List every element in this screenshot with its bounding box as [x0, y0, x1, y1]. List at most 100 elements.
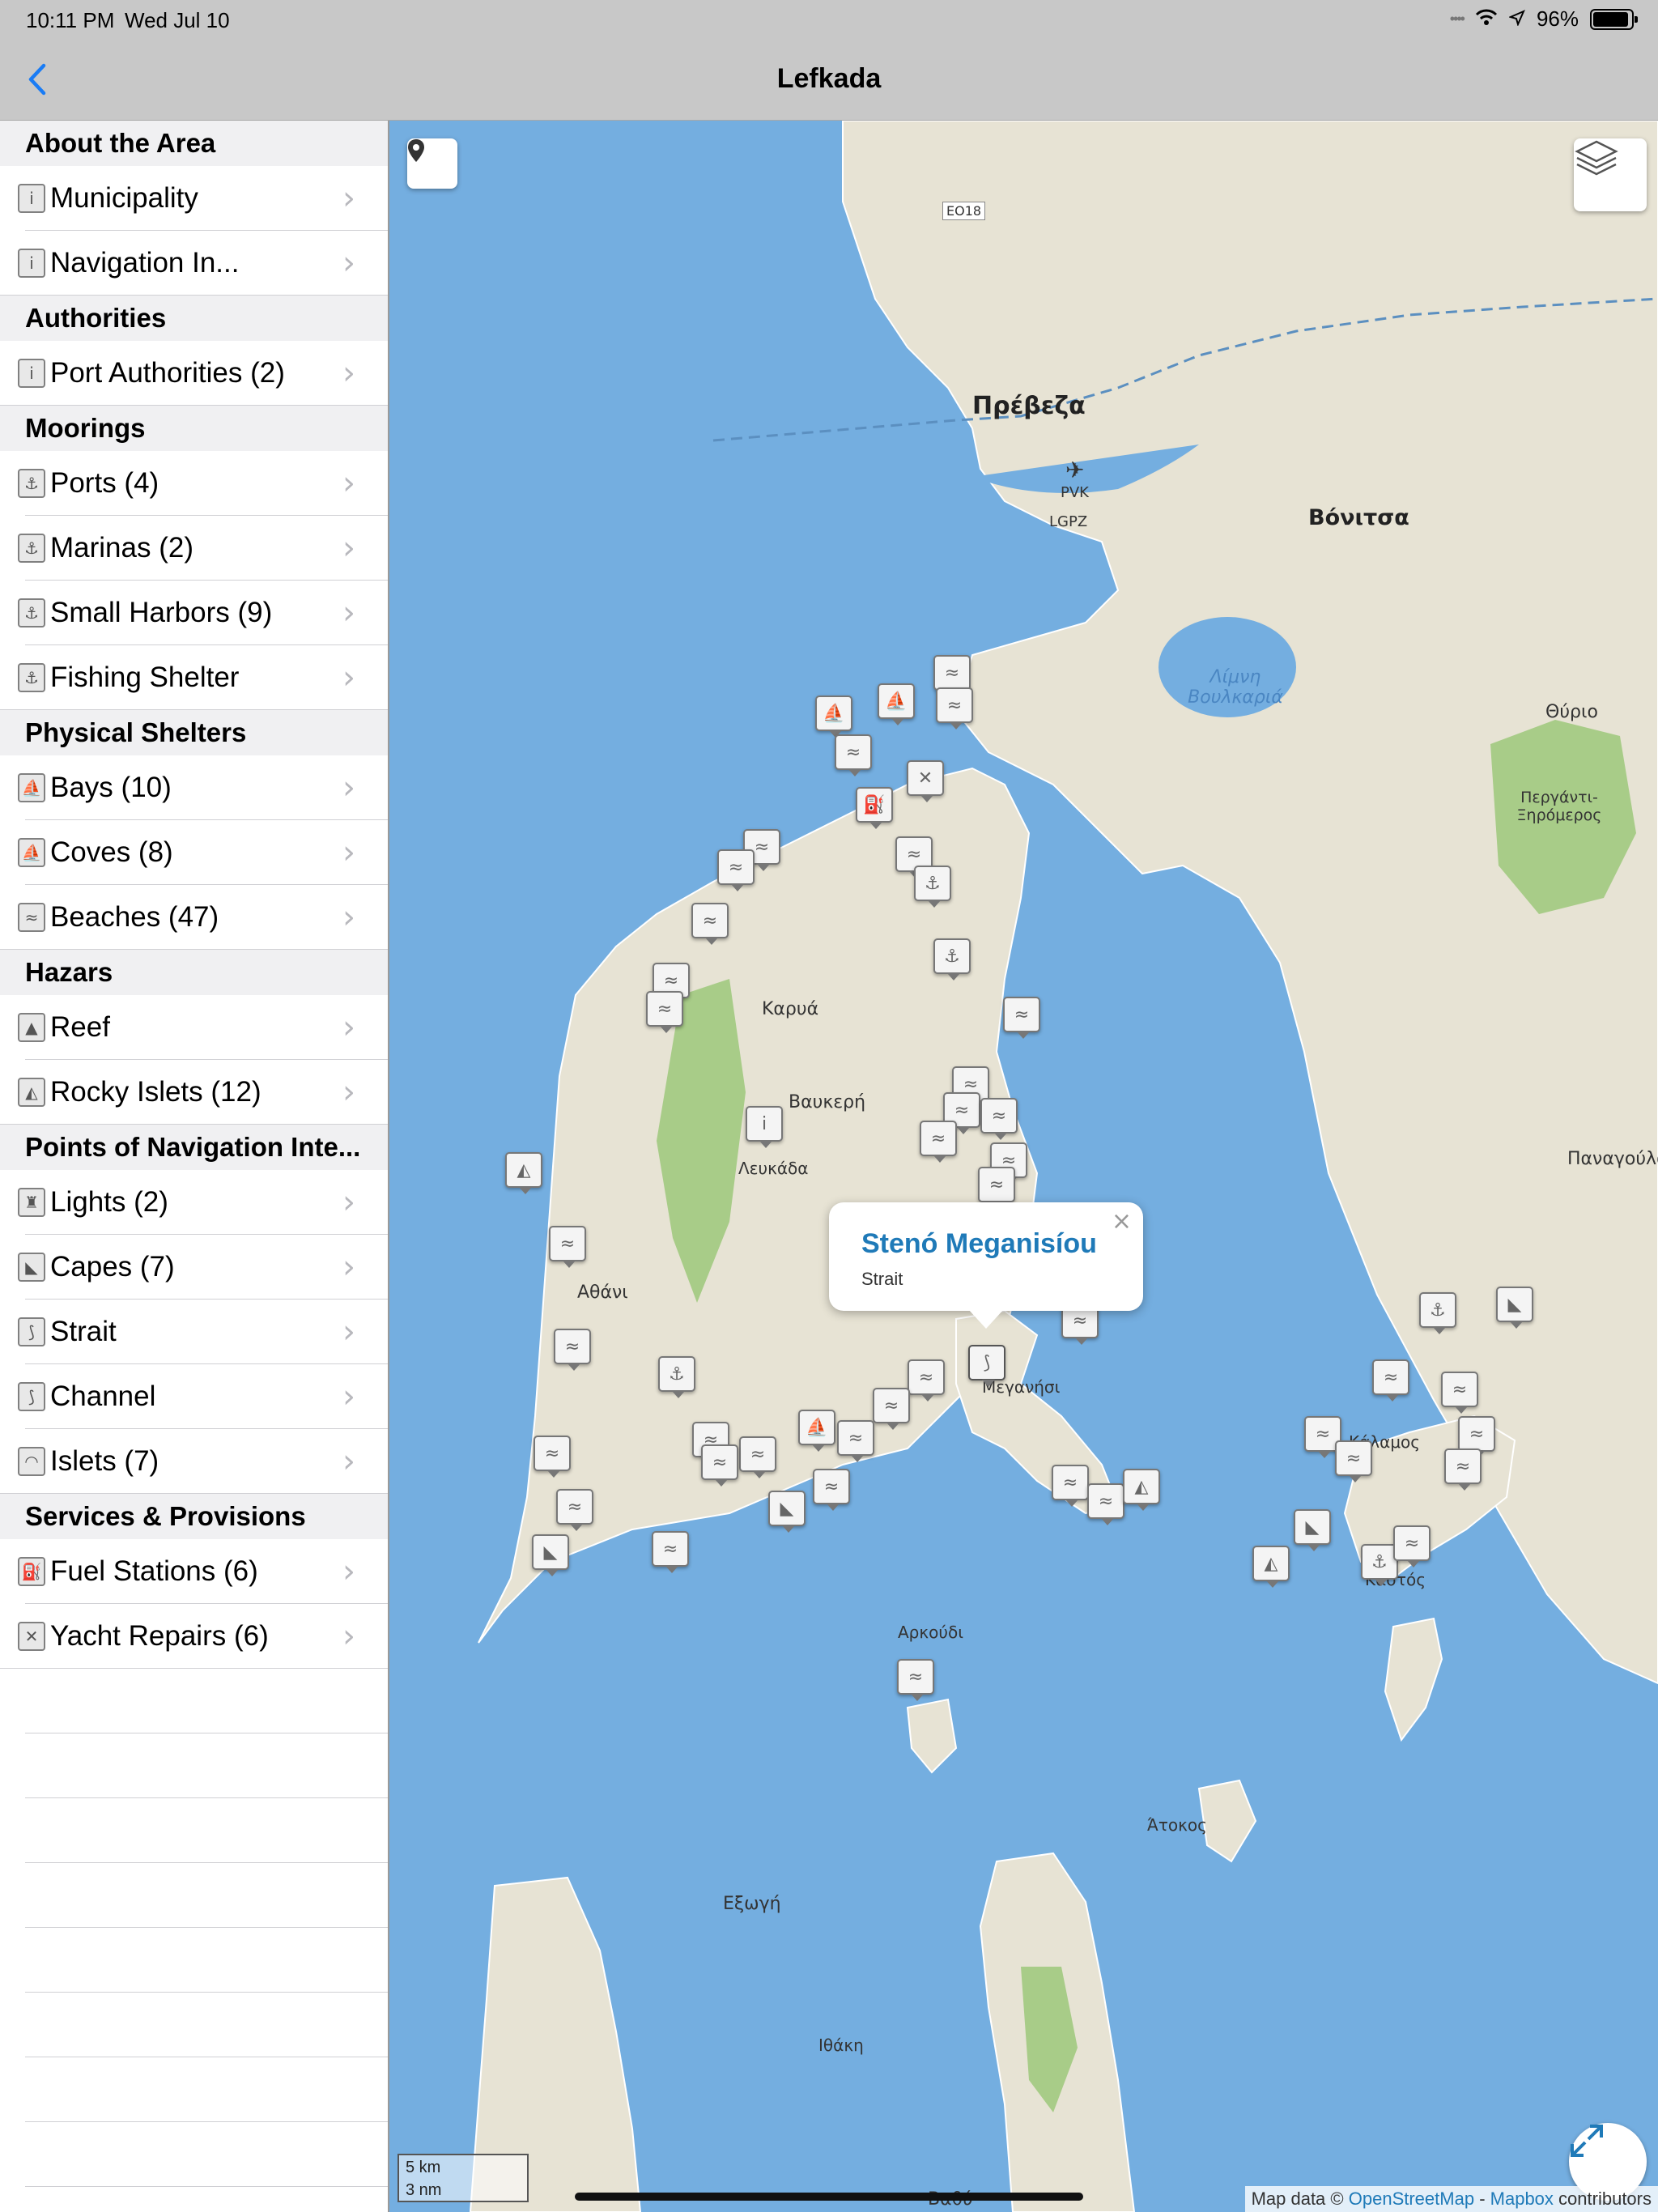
map-marker-beach[interactable]: ≈	[933, 655, 971, 697]
map-callout[interactable]: Stenó Meganisíou Strait ×	[829, 1202, 1143, 1329]
map-marker-bay[interactable]: ⛵	[798, 1410, 835, 1452]
chevron-right-icon: ›	[342, 899, 355, 936]
map-marker-rocky-islet[interactable]: ◭	[1123, 1469, 1160, 1511]
map-marker-beach[interactable]: ≈	[837, 1420, 874, 1462]
map-marker-port[interactable]: ⚓	[914, 866, 951, 908]
map-marker-fuel[interactable]: ⛽	[856, 787, 893, 829]
sidebar-item-beaches[interactable]: ≈ Beaches (47) ›	[0, 885, 388, 950]
road-label-eo18: EO18	[942, 202, 986, 220]
map-view[interactable]: Πρέβεζα Βόνιτσα Θύριο Λίμνη Βουλκαριά Πε…	[389, 121, 1658, 2212]
sidebar-item-reef[interactable]: ▲ Reef ›	[0, 995, 388, 1060]
map-marker-cape[interactable]: ◣	[1294, 1509, 1331, 1551]
map-marker-beach[interactable]: ≈	[556, 1489, 593, 1531]
sidebar-item-small-harbors[interactable]: ⚓ Small Harbors (9) ›	[0, 581, 388, 645]
airport-icon: ✈	[1065, 457, 1085, 483]
place-label-panagoula: Παναγούλα	[1567, 1149, 1658, 1169]
sidebar-item-label: Navigation In...	[50, 247, 240, 279]
sidebar-item-label: Rocky Islets (12)	[50, 1076, 261, 1108]
map-marker-beach[interactable]: ≈	[897, 1659, 934, 1701]
map-marker-beach[interactable]: ≈	[978, 1167, 1015, 1209]
place-label-ithaki: Ιθάκη	[818, 2035, 864, 2055]
map-marker-beach[interactable]: ≈	[1335, 1440, 1372, 1482]
map-marker-rocky-islet[interactable]: ◭	[505, 1152, 542, 1194]
map-marker-beach[interactable]: ≈	[554, 1329, 591, 1371]
close-icon[interactable]: ×	[1112, 1207, 1132, 1236]
empty-row	[0, 1798, 388, 1863]
expand-icon	[1571, 2125, 1603, 2157]
sidebar-item-channel[interactable]: ⟆ Channel ›	[0, 1364, 388, 1429]
sidebar-item-label: Fuel Stations (6)	[50, 1555, 258, 1587]
map-marker-beach[interactable]: ≈	[534, 1436, 571, 1478]
openstreetmap-link[interactable]: OpenStreetMap	[1349, 2189, 1474, 2209]
sidebar-item-islets[interactable]: ◠ Islets (7) ›	[0, 1429, 388, 1494]
sidebar-item-rocky-islets[interactable]: ◭ Rocky Islets (12) ›	[0, 1060, 388, 1125]
chevron-right-icon: ›	[342, 465, 355, 502]
map-marker-strait[interactable]: ⟆	[968, 1345, 1005, 1387]
map-marker-beach[interactable]: ≈	[920, 1121, 957, 1163]
chevron-right-icon: ›	[342, 1184, 355, 1221]
map-marker-beach[interactable]: ≈	[1003, 997, 1040, 1039]
map-marker-cape[interactable]: ◣	[1496, 1287, 1533, 1329]
sidebar-item-lights[interactable]: ♜ Lights (2) ›	[0, 1170, 388, 1235]
wifi-icon	[1475, 6, 1498, 32]
map-marker-port[interactable]: ⚓	[933, 938, 971, 981]
sidebar-item-ports[interactable]: ⚓ Ports (4) ›	[0, 451, 388, 516]
map-marker-beach[interactable]: ≈	[980, 1098, 1018, 1140]
sidebar-item-strait[interactable]: ⟆ Strait ›	[0, 1300, 388, 1364]
map-marker-beach[interactable]: ≈	[813, 1469, 850, 1511]
map-marker-port[interactable]: ⚓	[658, 1356, 695, 1398]
sidebar-item-coves[interactable]: ⛵ Coves (8) ›	[0, 820, 388, 885]
map-marker-bay[interactable]: ⛵	[815, 696, 852, 738]
map-marker-beach[interactable]: ≈	[1052, 1465, 1089, 1507]
map-marker-beach[interactable]: ≈	[652, 1531, 689, 1573]
sidebar-item-municipality[interactable]: i Municipality ›	[0, 166, 388, 231]
sidebar-item-navigation-info[interactable]: i Navigation In... ›	[0, 231, 388, 296]
status-bar: 10:11 PM Wed Jul 10 •••• 96%	[0, 0, 1658, 39]
callout-title[interactable]: Stenó Meganisíou	[861, 1228, 1097, 1260]
section-header-points-of-navigation: Points of Navigation Inte...	[0, 1125, 388, 1170]
map-marker-bay[interactable]: ⛵	[878, 683, 915, 725]
section-header-moorings: Moorings	[0, 406, 388, 451]
map-marker-cape[interactable]: ◣	[532, 1534, 569, 1576]
home-indicator[interactable]	[575, 2193, 1083, 2201]
map-attribution: Map data © OpenStreetMap - Mapbox contri…	[1244, 2186, 1658, 2212]
map-marker-beach[interactable]: ≈	[1441, 1372, 1478, 1414]
map-marker-rocky-islet[interactable]: ◭	[1252, 1546, 1290, 1588]
cape-icon: ◣	[18, 1253, 45, 1282]
map-marker-beach[interactable]: ≈	[717, 849, 755, 891]
mapbox-link[interactable]: Mapbox	[1490, 2189, 1554, 2209]
map-marker-beach[interactable]: ≈	[701, 1444, 738, 1487]
sidebar-item-bays[interactable]: ⛵ Bays (10) ›	[0, 755, 388, 820]
map-marker-beach[interactable]: ≈	[1444, 1448, 1482, 1491]
map-layers-button[interactable]	[1574, 138, 1647, 211]
empty-row	[0, 1928, 388, 1993]
attribution-separator: -	[1479, 2189, 1486, 2209]
chevron-right-icon: ›	[342, 180, 355, 217]
map-marker-beach[interactable]: ≈	[835, 734, 872, 776]
rocks-icon: ◭	[18, 1078, 45, 1107]
sidebar-item-fishing-shelter[interactable]: ⚓ Fishing Shelter ›	[0, 645, 388, 710]
map-marker-repairs[interactable]: ✕	[907, 760, 944, 802]
map-marker-beach[interactable]: ≈	[549, 1226, 586, 1268]
map-marker-beach[interactable]: ≈	[1458, 1416, 1495, 1458]
sidebar-item-fuel-stations[interactable]: ⛽ Fuel Stations (6) ›	[0, 1539, 388, 1604]
map-marker-cape[interactable]: ◣	[768, 1491, 806, 1533]
map-marker-beach[interactable]: ≈	[646, 991, 683, 1033]
map-marker-info[interactable]: i	[746, 1106, 783, 1148]
empty-row	[0, 1733, 388, 1798]
map-marker-port[interactable]: ⚓	[1419, 1292, 1456, 1334]
map-marker-beach[interactable]: ≈	[691, 903, 729, 945]
map-marker-beach[interactable]: ≈	[936, 687, 973, 730]
map-marker-beach[interactable]: ≈	[1087, 1483, 1124, 1525]
map-marker-beach[interactable]: ≈	[908, 1359, 945, 1402]
sidebar-item-marinas[interactable]: ⚓ Marinas (2) ›	[0, 516, 388, 581]
map-marker-beach[interactable]: ≈	[1393, 1525, 1431, 1568]
map-marker-beach[interactable]: ≈	[739, 1436, 776, 1478]
sidebar-item-port-authorities[interactable]: i Port Authorities (2) ›	[0, 341, 388, 406]
sidebar-item-capes[interactable]: ◣ Capes (7) ›	[0, 1235, 388, 1300]
sidebar-item-yacht-repairs[interactable]: ✕ Yacht Repairs (6) ›	[0, 1604, 388, 1669]
sidebar-item-label: Lights (2)	[50, 1186, 168, 1218]
map-marker-beach[interactable]: ≈	[873, 1388, 910, 1430]
locate-button[interactable]	[407, 138, 457, 189]
map-marker-beach[interactable]: ≈	[1372, 1359, 1409, 1402]
